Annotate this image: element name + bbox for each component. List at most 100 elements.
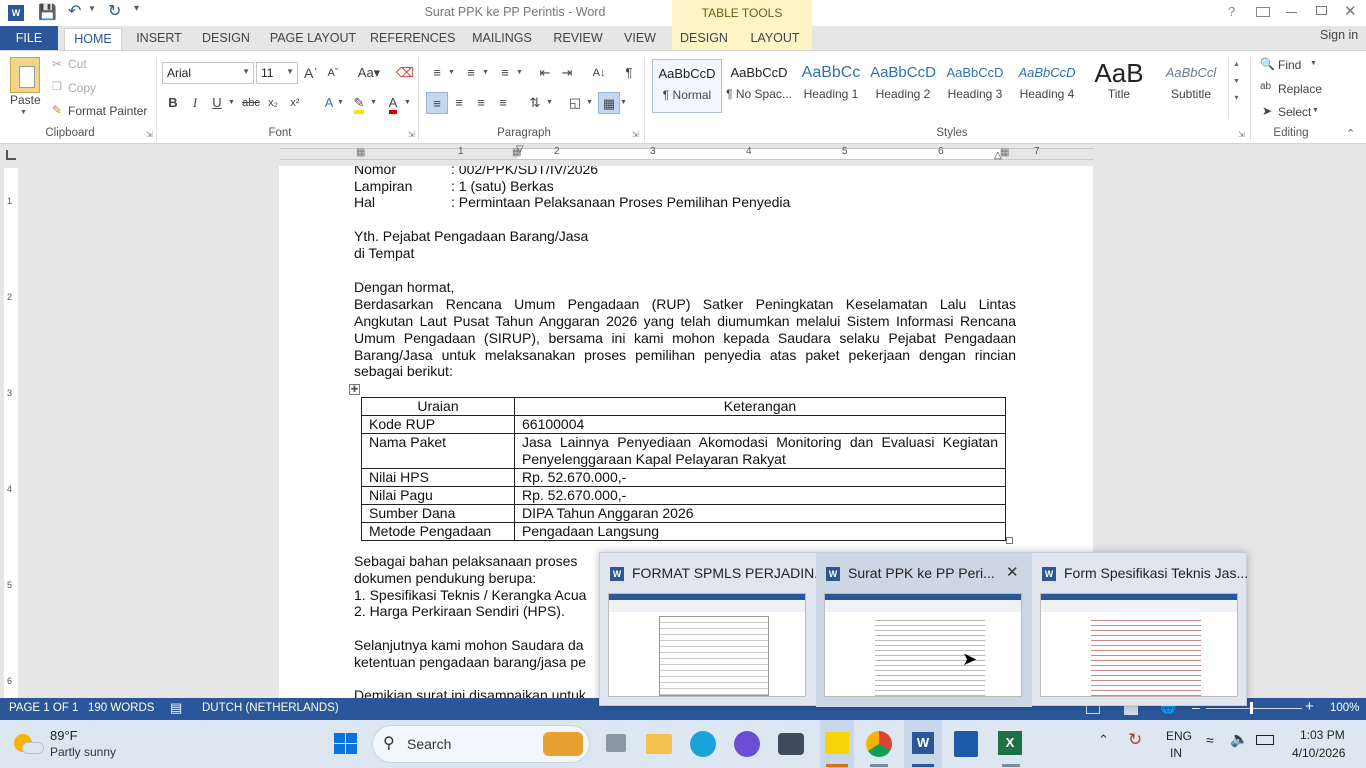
lang-secondary[interactable]: IN: [1170, 746, 1182, 760]
app-icon[interactable]: [734, 731, 760, 757]
table-cell[interactable]: 66100004: [514, 415, 1006, 434]
table-resize-handle-icon[interactable]: [1006, 537, 1013, 544]
ribbon-display-icon[interactable]: [1256, 7, 1270, 17]
lang-primary[interactable]: ENG: [1166, 729, 1192, 743]
table-cell[interactable]: Nilai HPS: [361, 468, 515, 487]
table-move-handle-icon[interactable]: ✚: [349, 384, 360, 395]
tab-mailings[interactable]: MAILINGS: [466, 28, 538, 50]
language-indicator[interactable]: DUTCH (NETHERLANDS): [202, 702, 339, 714]
subscript-icon[interactable]: x₂: [262, 92, 284, 114]
highlight-icon[interactable]: ✎: [348, 92, 370, 114]
find-button[interactable]: Find: [1278, 58, 1301, 72]
table-cell[interactable]: Rp. 52.670.000,-: [514, 486, 1006, 505]
change-case-icon[interactable]: Aa▾: [354, 62, 384, 84]
thumbnail-window-active[interactable]: W Surat PPK ke PP Peri... ✕ ➤: [816, 553, 1032, 707]
font-launcher-icon[interactable]: ⇲: [408, 130, 415, 139]
style-normal[interactable]: AaBbCcD ¶ Normal: [652, 59, 722, 113]
table-column-marker[interactable]: ▦: [356, 147, 365, 158]
page-count[interactable]: PAGE 1 OF 1: [9, 702, 78, 714]
horizontal-ruler[interactable]: 1 2 3 4 5 6 7 ▦ ▦ ▦ ▽ △: [280, 144, 1094, 161]
tab-design[interactable]: DESIGN: [198, 28, 254, 50]
copy-button[interactable]: Copy: [68, 81, 96, 95]
table-cell[interactable]: Sumber Dana: [361, 504, 515, 523]
tab-table-layout[interactable]: LAYOUT: [746, 28, 804, 50]
zoom-slider-thumb[interactable]: [1250, 702, 1253, 714]
chrome-icon[interactable]: [866, 731, 892, 757]
close-icon[interactable]: ✕: [1006, 563, 1019, 581]
calculator-icon[interactable]: [954, 731, 978, 757]
multilevel-list-icon[interactable]: ≡: [494, 62, 516, 84]
styles-launcher-icon[interactable]: ⇲: [1238, 130, 1245, 139]
zoom-in-icon[interactable]: +: [1305, 698, 1314, 715]
styles-scroll[interactable]: ▲ ▼ ▾: [1228, 57, 1244, 119]
underline-dropdown-icon[interactable]: ▼: [228, 99, 235, 106]
table-header-cell[interactable]: Uraian: [361, 397, 515, 416]
paste-button[interactable]: Paste: [10, 93, 41, 107]
show-formatting-icon[interactable]: ¶: [618, 62, 640, 84]
battery-icon[interactable]: [1256, 735, 1274, 745]
tab-references[interactable]: REFERENCES: [370, 28, 455, 50]
format-painter-button[interactable]: Format Painter: [68, 104, 147, 118]
cut-button[interactable]: Cut: [68, 57, 87, 71]
style-no-spacing[interactable]: AaBbCcD ¶ No Spac...: [724, 59, 794, 113]
word-count[interactable]: 190 WORDS: [88, 702, 154, 714]
paragraph-launcher-icon[interactable]: ⇲: [632, 130, 639, 139]
proofing-icon[interactable]: ▤: [170, 700, 182, 716]
superscript-icon[interactable]: x²: [284, 92, 306, 114]
collapse-ribbon-icon[interactable]: ⌃: [1346, 127, 1355, 140]
style-heading-2[interactable]: AaBbCcD Heading 2: [868, 59, 938, 113]
tab-home[interactable]: HOME: [64, 28, 122, 50]
thumbnail-window[interactable]: W FORMAT SPMLS PERJADIN...: [600, 553, 826, 707]
right-indent-marker-icon[interactable]: △: [994, 150, 1002, 161]
replace-button[interactable]: Replace: [1278, 82, 1322, 96]
help-icon[interactable]: ?: [1228, 4, 1235, 19]
shading-dropdown-icon[interactable]: ▼: [586, 99, 593, 106]
style-heading-3[interactable]: AaBbCcD Heading 3: [940, 59, 1010, 113]
sticky-notes-taskbar-button[interactable]: [820, 720, 854, 768]
strikethrough-icon[interactable]: abc: [240, 92, 262, 114]
find-dropdown-icon[interactable]: ▼: [1310, 60, 1317, 67]
table-cell[interactable]: DIPA Tahun Anggaran 2026: [514, 504, 1006, 523]
table-cell[interactable]: Metode Pengadaan: [361, 522, 515, 541]
highlight-dropdown-icon[interactable]: ▼: [370, 99, 377, 106]
excel-icon[interactable]: X: [998, 731, 1022, 755]
line-spacing-dropdown-icon[interactable]: ▼: [546, 99, 553, 106]
paste-icon[interactable]: [10, 57, 40, 93]
table-cell[interactable]: Jasa Lainnya Penyediaan Akomodasi Monito…: [514, 433, 1006, 469]
weather-temp[interactable]: 89°F: [50, 728, 78, 743]
volume-icon[interactable]: 🔈: [1230, 730, 1249, 748]
chevron-up-icon[interactable]: ▲: [1229, 61, 1244, 68]
text-effects-dropdown-icon[interactable]: ▼: [337, 99, 344, 106]
shading-icon[interactable]: ◱: [564, 92, 586, 114]
start-windows-icon[interactable]: [334, 733, 358, 755]
multilevel-dropdown-icon[interactable]: ▼: [516, 69, 523, 76]
table-cell[interactable]: Rp. 52.670.000,-: [514, 468, 1006, 487]
file-explorer-icon[interactable]: [646, 734, 672, 754]
edge-icon[interactable]: [690, 731, 716, 757]
font-color-icon[interactable]: A: [382, 92, 404, 114]
align-right-icon[interactable]: ≡: [470, 92, 492, 114]
tab-insert[interactable]: INSERT: [132, 28, 186, 50]
close-icon[interactable]: ✕: [1344, 2, 1357, 20]
sync-icon[interactable]: ↻: [1128, 730, 1142, 750]
underline-icon[interactable]: U: [206, 92, 228, 114]
tab-view[interactable]: VIEW: [618, 28, 662, 50]
clock-date[interactable]: 4/10/2026: [1292, 746, 1345, 760]
numbering-icon[interactable]: ≡: [460, 62, 482, 84]
styles-more-icon[interactable]: ▾: [1229, 93, 1244, 102]
taskbar-search-box[interactable]: ⚲ Search: [372, 725, 590, 763]
style-heading-1[interactable]: AaBbCc Heading 1: [796, 59, 866, 113]
numbering-dropdown-icon[interactable]: ▼: [482, 69, 489, 76]
sort-icon[interactable]: A↓: [588, 62, 610, 84]
vertical-ruler[interactable]: 1 2 3 4 5 6: [4, 168, 18, 698]
clock-time[interactable]: 1:03 PM: [1300, 728, 1345, 742]
table-cell[interactable]: Nilai Pagu: [361, 486, 515, 505]
indent-marker-icon[interactable]: ▽: [516, 144, 524, 155]
chevron-down-icon[interactable]: ▼: [1229, 78, 1244, 85]
font-size-combo[interactable]: 11 ▼: [256, 62, 298, 84]
weather-icon[interactable]: [14, 730, 44, 756]
style-subtitle[interactable]: AaBbCcl Subtitle: [1156, 59, 1226, 113]
grow-font-icon[interactable]: Aˈ: [300, 62, 322, 84]
align-left-icon[interactable]: ≡: [426, 92, 448, 114]
task-view-icon[interactable]: [606, 734, 626, 752]
